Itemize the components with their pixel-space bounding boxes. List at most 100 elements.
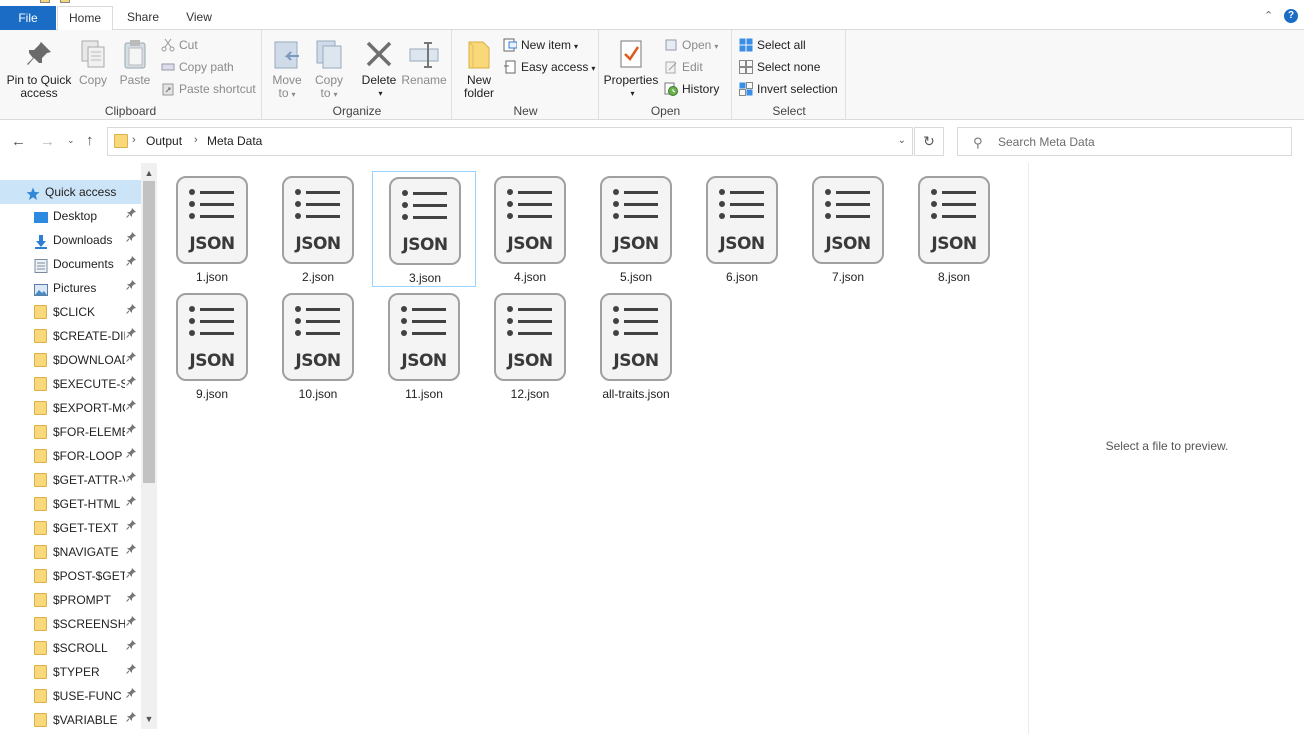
file-item[interactable]: JSON 2.json [266, 171, 370, 287]
nav-item[interactable]: $FOR-LOOP [0, 444, 141, 468]
nav-item[interactable]: Downloads [0, 228, 141, 252]
refresh-icon[interactable]: ↻ [914, 127, 944, 156]
nav-item[interactable]: $EXECUTE-SC [0, 372, 141, 396]
pin-icon[interactable] [126, 372, 136, 396]
pin-icon[interactable] [126, 252, 136, 276]
history-button[interactable]: History [664, 80, 719, 98]
pin-icon[interactable] [126, 492, 136, 516]
scrollbar-thumb[interactable] [143, 181, 155, 483]
breadcrumb-output[interactable]: Output [146, 134, 182, 148]
nav-item[interactable]: $PROMPT [0, 588, 141, 612]
nav-item[interactable]: Pictures [0, 276, 141, 300]
tab-view[interactable]: View [174, 6, 224, 31]
file-item[interactable]: JSON all-traits.json [584, 288, 688, 404]
nav-item[interactable]: Documents [0, 252, 141, 276]
help-icon[interactable]: ? [1284, 9, 1298, 23]
edit-button[interactable]: Edit [664, 58, 703, 76]
copy-path-button[interactable]: Copy path [161, 58, 234, 76]
nav-item[interactable]: $CREATE-DIRE [0, 324, 141, 348]
file-item[interactable]: JSON 5.json [584, 171, 688, 287]
nav-item[interactable]: $VARIABLE [0, 708, 141, 732]
pin-icon[interactable] [126, 516, 136, 540]
pin-icon[interactable] [126, 300, 136, 324]
recent-locations-chevron-icon[interactable]: ⌄ [67, 135, 75, 146]
back-arrow-icon[interactable]: ← [11, 133, 26, 150]
delete-button[interactable]: Delete ▾ [359, 36, 399, 100]
address-dropdown-icon[interactable]: ⌄ [898, 135, 906, 146]
nav-item[interactable]: $FOR-ELEMEI [0, 420, 141, 444]
invert-selection-button[interactable]: Invert selection [739, 80, 838, 98]
up-arrow-icon[interactable]: ↑ [86, 132, 94, 149]
pin-icon[interactable] [126, 468, 136, 492]
file-item[interactable]: JSON 4.json [478, 171, 582, 287]
search-input[interactable]: Search Meta Data [998, 135, 1095, 149]
nav-item[interactable]: Desktop [0, 204, 141, 228]
select-all-button[interactable]: Select all [739, 36, 806, 54]
nav-item[interactable]: $EXPORT-MO [0, 396, 141, 420]
rename-button[interactable]: Rename [401, 36, 447, 87]
nav-item[interactable]: $CLICK [0, 300, 141, 324]
pin-to-quick-access-button[interactable]: Pin to Quick access [4, 36, 74, 100]
easy-access-button[interactable]: Easy access ▾ [503, 58, 595, 76]
pin-icon[interactable] [126, 708, 136, 732]
file-item[interactable]: JSON 6.json [690, 171, 794, 287]
pin-icon[interactable] [126, 540, 136, 564]
file-item[interactable]: JSON 10.json [266, 288, 370, 404]
quick-access-toolbar-icon[interactable] [40, 0, 50, 3]
pin-icon[interactable] [126, 660, 136, 684]
pin-icon[interactable] [126, 324, 136, 348]
select-none-button[interactable]: Select none [739, 58, 820, 76]
minimize-ribbon-icon[interactable]: ⌃ [1264, 11, 1274, 22]
breadcrumb-meta-data[interactable]: Meta Data [207, 134, 262, 148]
paste-shortcut-button[interactable]: Paste shortcut [161, 80, 256, 98]
pin-icon[interactable] [126, 396, 136, 420]
pin-icon[interactable] [126, 204, 136, 228]
tab-file[interactable]: File [0, 6, 56, 30]
search-box[interactable]: ⚲ Search Meta Data [957, 127, 1292, 156]
pin-icon[interactable] [126, 444, 136, 468]
pin-icon[interactable] [126, 564, 136, 588]
navigation-scrollbar[interactable]: ▲ ▼ [141, 163, 157, 729]
move-to-button[interactable]: Move to ▾ [269, 36, 305, 101]
new-folder-button[interactable]: New folder [457, 36, 501, 100]
pin-icon[interactable] [126, 348, 136, 372]
pin-icon[interactable] [126, 420, 136, 444]
scroll-up-icon[interactable]: ▲ [141, 165, 157, 181]
forward-arrow-icon[interactable]: → [40, 133, 55, 150]
nav-item[interactable]: $GET-ATTR-V [0, 468, 141, 492]
file-item[interactable]: JSON 8.json [902, 171, 1006, 287]
nav-item[interactable]: Quick access [0, 180, 141, 204]
nav-item[interactable]: $GET-TEXT [0, 516, 141, 540]
properties-button[interactable]: Properties ▾ [602, 36, 660, 100]
tab-home[interactable]: Home [57, 6, 113, 31]
breadcrumb-chevron-icon[interactable]: › [194, 134, 198, 146]
copy-button[interactable]: Copy [76, 36, 110, 87]
cut-button[interactable]: Cut [161, 36, 198, 54]
file-item[interactable]: JSON 11.json [372, 288, 476, 404]
nav-item[interactable]: $DOWNLOAD [0, 348, 141, 372]
new-item-button[interactable]: New item ▾ [503, 36, 578, 54]
copy-to-button[interactable]: Copy to ▾ [311, 36, 347, 101]
pin-icon[interactable] [126, 684, 136, 708]
pin-icon[interactable] [126, 588, 136, 612]
nav-item[interactable]: $TYPER [0, 660, 141, 684]
open-button[interactable]: Open ▾ [664, 36, 718, 54]
file-item[interactable]: JSON 3.json [372, 171, 476, 287]
nav-item[interactable]: $USE-FUNC [0, 684, 141, 708]
tab-share[interactable]: Share [117, 6, 169, 31]
pin-icon[interactable] [126, 612, 136, 636]
pin-icon[interactable] [126, 636, 136, 660]
breadcrumb-chevron-icon[interactable]: › [132, 134, 136, 146]
pin-icon[interactable] [126, 276, 136, 300]
file-item[interactable]: JSON 7.json [796, 171, 900, 287]
paste-button[interactable]: Paste [116, 36, 154, 87]
file-item[interactable]: JSON 1.json [160, 171, 264, 287]
nav-item[interactable]: $SCREENSHO [0, 612, 141, 636]
nav-item[interactable]: $SCROLL [0, 636, 141, 660]
pin-icon[interactable] [126, 228, 136, 252]
file-item[interactable]: JSON 9.json [160, 288, 264, 404]
nav-item[interactable]: $POST-$GET [0, 564, 141, 588]
nav-item[interactable]: $NAVIGATE [0, 540, 141, 564]
file-item[interactable]: JSON 12.json [478, 288, 582, 404]
scroll-down-icon[interactable]: ▼ [141, 711, 157, 727]
